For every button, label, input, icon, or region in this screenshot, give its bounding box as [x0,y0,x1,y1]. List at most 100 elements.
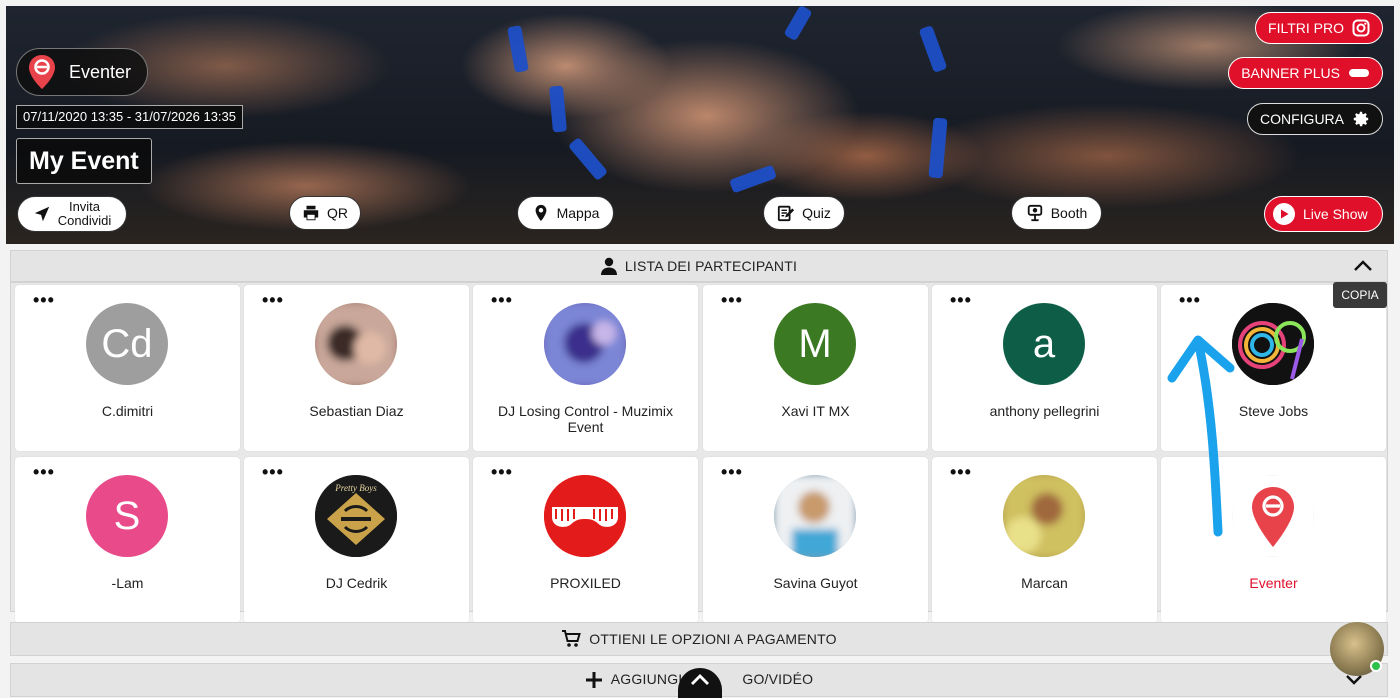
banner-decoration [549,85,567,133]
paid-options-section-header[interactable]: OTTIENI LE OPZIONI A PAGAMENTO [10,622,1388,656]
chevron-up-icon [691,674,709,685]
more-options-icon[interactable]: ••• [262,463,284,481]
avatar-initials: S [113,493,141,538]
invite-label: Invita [68,199,101,214]
edit-list-icon [777,205,795,222]
avatar-initials: Cd [101,321,153,366]
participant-card[interactable]: ••• Cd C.dimitri [15,285,240,451]
participant-card[interactable]: ••• S -Lam [15,457,240,623]
participant-avatar[interactable] [315,303,397,385]
filters-pro-button[interactable]: FILTRI PRO [1255,12,1383,44]
participant-card[interactable]: ••• Pretty Boys DJ Cedrik [244,457,469,623]
booth-button[interactable]: Booth [1011,196,1102,230]
participant-name[interactable]: anthony pellegrini [940,403,1149,419]
participant-name[interactable]: DJ Losing Control - Muzimix Event [481,403,690,435]
participant-name[interactable]: Sebastian Diaz [252,403,461,419]
participant-name[interactable]: Xavi IT MX [711,403,920,419]
booth-label: Booth [1050,205,1088,221]
add-media-label-right: GO/VIDÉO [742,671,814,687]
more-options-icon[interactable]: ••• [950,463,972,481]
invite-share-button[interactable]: Invita Condividi [17,196,127,232]
participant-name[interactable]: Savina Guyot [711,575,920,591]
participant-name[interactable]: PROXILED [481,575,690,591]
participant-avatar[interactable] [1232,475,1314,557]
participants-section-label: LISTA DEI PARTECIPANTI [624,258,798,274]
more-options-icon[interactable]: ••• [33,463,55,481]
more-options-icon[interactable]: ••• [262,291,284,309]
participant-avatar[interactable]: Pretty Boys [315,475,397,557]
banner-decoration [783,6,813,42]
participant-name[interactable]: Marcan [940,575,1149,591]
participant-avatar[interactable] [1232,303,1314,385]
participant-avatar[interactable]: Cd [86,303,168,385]
participant-avatar[interactable] [774,475,856,557]
banner-decoration [728,164,778,194]
map-label: Mappa [556,205,600,221]
printer-icon [303,205,319,221]
configure-label: CONFIGURA [1260,111,1344,127]
copy-tooltip: COPIA [1333,282,1387,308]
banner-decoration [507,25,529,73]
app-frame: Eventer 07/11/2020 13:35 - 31/07/2026 13… [0,0,1400,698]
live-show-button[interactable]: Live Show [1264,196,1383,232]
banner-plus-label: BANNER PLUS [1241,65,1340,81]
more-options-icon[interactable]: ••• [491,291,513,309]
more-options-icon[interactable]: ••• [491,463,513,481]
map-pin-icon [535,204,546,222]
camera-booth-icon [1027,204,1042,222]
shopping-cart-icon [562,630,582,647]
banner-decoration [918,24,948,74]
participant-avatar[interactable]: S [86,475,168,557]
qr-label: QR [327,205,348,221]
participant-avatar[interactable] [1003,475,1085,557]
participants-section-header[interactable]: LISTA DEI PARTECIPANTI [10,250,1388,282]
paid-options-label: OTTIENI LE OPZIONI A PAGAMENTO [589,631,837,647]
participant-name[interactable]: DJ Cedrik [252,575,461,591]
brand-badge[interactable]: Eventer [16,48,148,96]
live-show-label: Live Show [1303,206,1368,222]
participant-card[interactable]: ••• a anthony pellegrini [932,285,1157,451]
play-icon [1273,203,1295,225]
banner-icon [1349,69,1369,77]
add-media-label-left: AGGIUNGI [610,671,683,687]
quiz-button[interactable]: Quiz [763,196,845,230]
participant-avatar[interactable] [544,475,626,557]
avatar-initials: a [1032,321,1056,366]
participant-card[interactable]: ••• Savina Guyot [703,457,928,623]
brand-name: Eventer [69,61,132,82]
participant-name[interactable]: -Lam [23,575,232,591]
more-options-icon[interactable]: ••• [950,291,972,309]
participant-name[interactable]: Eventer [1169,575,1378,591]
map-button[interactable]: Mappa [517,196,614,230]
participant-card[interactable]: ••• PROXILED [473,457,698,623]
event-title[interactable]: My Event [16,138,152,184]
share-label: Condividi [57,213,112,228]
more-options-icon[interactable]: ••• [721,463,743,481]
instagram-icon [1352,19,1370,37]
gear-icon [1353,111,1369,127]
banner-plus-button[interactable]: BANNER PLUS [1228,57,1383,89]
filters-pro-label: FILTRI PRO [1268,20,1344,36]
more-options-icon[interactable]: ••• [721,291,743,309]
banner-decoration [567,136,609,182]
participant-avatar[interactable]: M [774,303,856,385]
send-icon [34,206,49,222]
participant-name[interactable]: C.dimitri [23,403,232,419]
participant-card[interactable]: ••• DJ Losing Control - Muzimix Event [473,285,698,451]
participant-card[interactable]: ••• M Xavi IT MX [703,285,928,451]
participant-avatar[interactable]: a [1003,303,1085,385]
qr-button[interactable]: QR [289,196,361,230]
chevron-up-icon[interactable] [1353,259,1373,273]
user-icon [600,257,617,275]
more-options-icon[interactable]: ••• [1179,291,1201,309]
participant-avatar[interactable] [544,303,626,385]
participant-card[interactable]: ••• Sebastian Diaz [244,285,469,451]
banner-decoration [928,117,948,179]
plus-icon [585,672,602,688]
configure-button[interactable]: CONFIGURA [1247,103,1383,135]
avatar-initials: M [798,321,832,366]
more-options-icon[interactable]: ••• [33,291,55,309]
eventer-logo-icon [29,55,55,89]
participant-card[interactable]: ••• Marcan [932,457,1157,623]
svg-text:Pretty Boys: Pretty Boys [334,483,377,493]
